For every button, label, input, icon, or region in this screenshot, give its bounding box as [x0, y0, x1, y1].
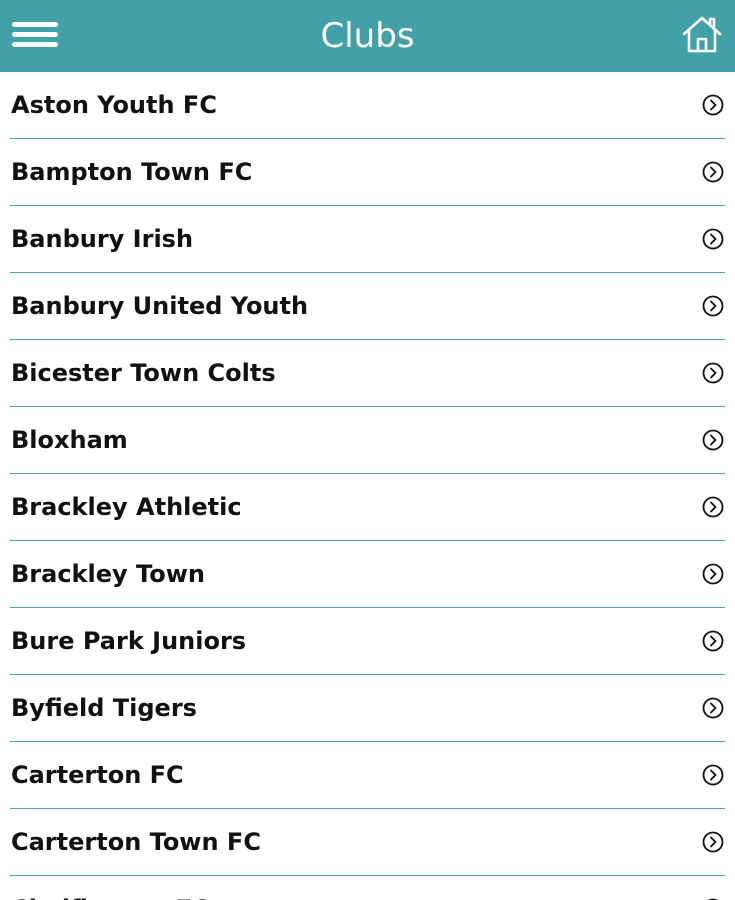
chevron-right-circle-icon: [702, 764, 724, 786]
chevron-right-circle-icon: [702, 563, 724, 585]
club-list-item[interactable]: Aston Youth FC: [10, 72, 725, 139]
club-list-item[interactable]: Brackley Athletic: [10, 474, 725, 541]
chevron-right-circle-icon: [702, 496, 724, 518]
home-icon: [682, 16, 722, 53]
club-list-item[interactable]: Bicester Town Colts: [10, 340, 725, 407]
club-list: Aston Youth FC Bampton Town FC Banbury Iri…: [0, 72, 735, 900]
club-name: Chalfington FC: [11, 876, 210, 900]
club-name: Bure Park Juniors: [11, 627, 247, 655]
chevron-right-circle-icon: [702, 630, 724, 652]
club-list-item[interactable]: Brackley Town: [10, 541, 725, 608]
club-name: Carterton FC: [11, 761, 184, 789]
club-list-item[interactable]: Chalfington FC: [10, 876, 725, 900]
club-name: Banbury Irish: [11, 225, 194, 253]
app-header: Clubs: [0, 0, 735, 72]
club-name: Bloxham: [11, 426, 128, 454]
club-list-item[interactable]: Banbury United Youth: [10, 273, 725, 340]
chevron-right-circle-icon: [702, 362, 724, 384]
club-list-item[interactable]: Carterton Town FC: [10, 809, 725, 876]
club-name: Bampton Town FC: [11, 158, 253, 186]
club-name: Byfield Tigers: [11, 694, 197, 722]
home-button[interactable]: [681, 14, 723, 56]
chevron-right-circle-icon: [702, 429, 724, 451]
club-list-item[interactable]: Carterton FC: [10, 742, 725, 809]
app-screen: Clubs Aston Youth FC Bampton Town FC Banbu…: [0, 0, 735, 900]
club-name: Banbury United Youth: [11, 292, 309, 320]
chevron-right-circle-icon: [702, 94, 724, 116]
page-title: Clubs: [320, 16, 415, 56]
chevron-right-circle-icon: [702, 295, 724, 317]
club-name: Carterton Town FC: [11, 828, 261, 856]
club-list-item[interactable]: Bloxham: [10, 407, 725, 474]
club-name: Brackley Athletic: [11, 493, 242, 521]
chevron-right-circle-icon: [702, 228, 724, 250]
chevron-right-circle-icon: [702, 161, 724, 183]
club-list-item[interactable]: Bampton Town FC: [10, 139, 725, 206]
chevron-right-circle-icon: [702, 831, 724, 853]
club-list-item[interactable]: Banbury Irish: [10, 206, 725, 273]
chevron-right-circle-icon: [702, 697, 724, 719]
club-list-item[interactable]: Bure Park Juniors: [10, 608, 725, 675]
club-name: Bicester Town Colts: [11, 359, 276, 387]
club-name: Aston Youth FC: [11, 91, 217, 119]
club-list-item[interactable]: Byfield Tigers: [10, 675, 725, 742]
club-name: Brackley Town: [11, 560, 205, 588]
